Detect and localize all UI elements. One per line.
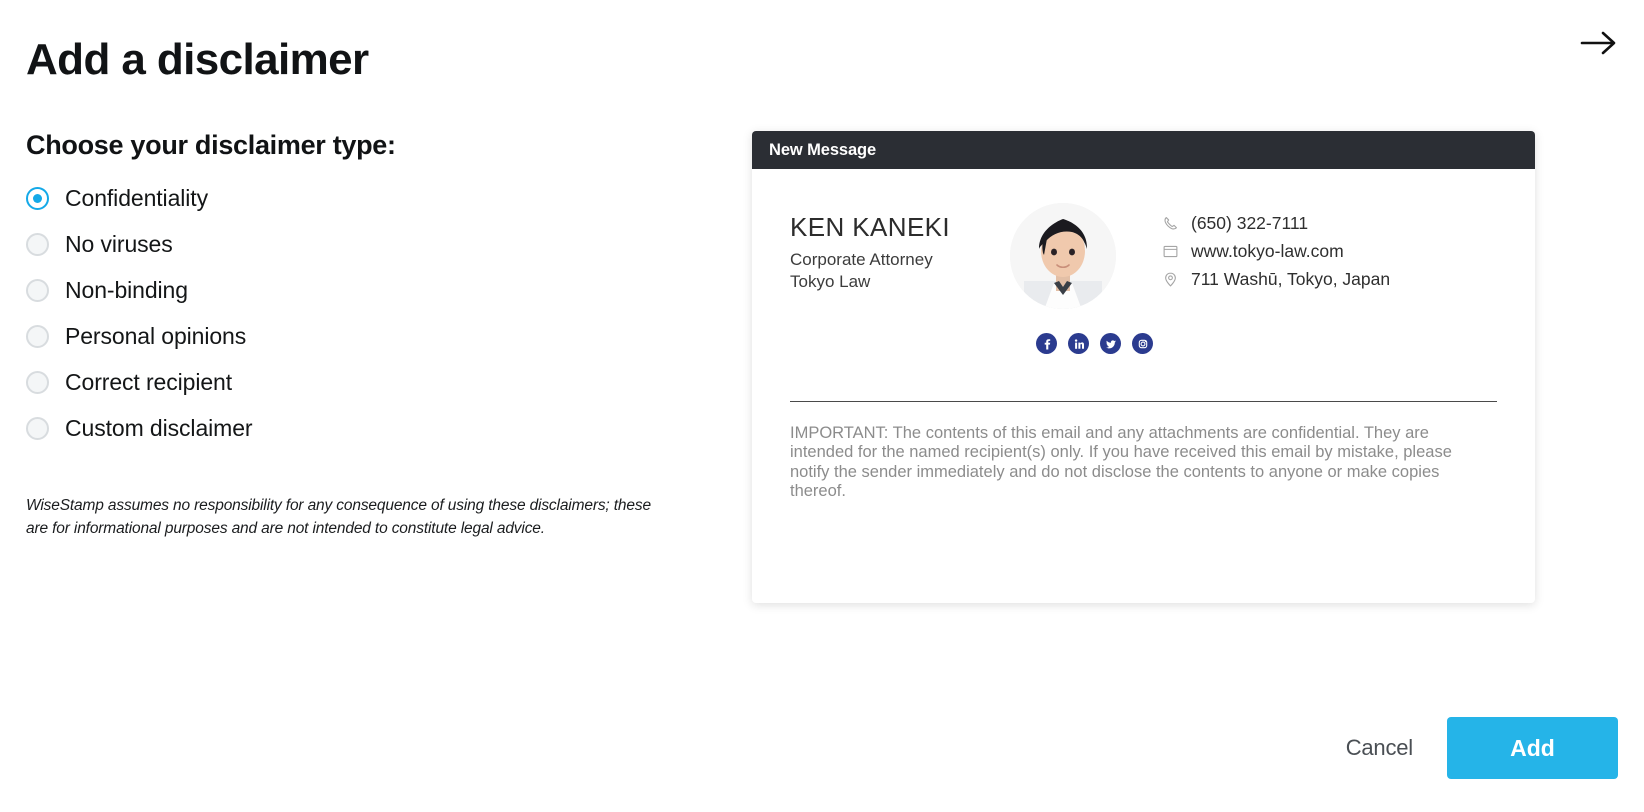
linkedin-icon[interactable] bbox=[1068, 333, 1089, 354]
add-disclaimer-page: Add a disclaimer Choose your disclaimer … bbox=[0, 0, 1644, 812]
radio-option-personal-opinions[interactable]: Personal opinions bbox=[26, 313, 706, 359]
contact-row-address: 711 Washū, Tokyo, Japan bbox=[1160, 265, 1390, 293]
page-title: Add a disclaimer bbox=[26, 35, 369, 84]
left-column: Add a disclaimer Choose your disclaimer … bbox=[26, 35, 706, 540]
contact-value: 711 Washū, Tokyo, Japan bbox=[1191, 268, 1391, 289]
signature-top: KEN KANEKI Corporate Attorney Tokyo Law bbox=[790, 203, 1497, 309]
radio-option-confidentiality[interactable]: Confidentiality bbox=[26, 175, 706, 221]
radio-option-non-binding[interactable]: Non-binding bbox=[26, 267, 706, 313]
twitter-icon[interactable] bbox=[1100, 333, 1121, 354]
signature-divider bbox=[790, 401, 1497, 402]
footer-actions: Cancel Add bbox=[1346, 717, 1618, 779]
radio-mark-icon bbox=[26, 186, 49, 210]
preview-body: KEN KANEKI Corporate Attorney Tokyo Law bbox=[752, 169, 1535, 502]
radio-label: Correct recipient bbox=[65, 368, 233, 395]
arrow-right-icon bbox=[1580, 31, 1616, 55]
add-button[interactable]: Add bbox=[1447, 717, 1618, 779]
signature-disclaimer-text: IMPORTANT: The contents of this email an… bbox=[790, 424, 1452, 501]
radio-option-no-viruses[interactable]: No viruses bbox=[26, 221, 706, 267]
radio-option-custom-disclaimer[interactable]: Custom disclaimer bbox=[26, 405, 706, 451]
signature-social-links bbox=[1036, 333, 1497, 354]
next-arrow-button[interactable] bbox=[1576, 20, 1622, 66]
preview-header: New Message bbox=[752, 131, 1535, 169]
radio-label: No viruses bbox=[65, 230, 173, 257]
facebook-icon[interactable] bbox=[1036, 333, 1057, 354]
radio-label: Non-binding bbox=[65, 276, 188, 303]
signature-contacts: (650) 322-7111 www.tokyo-law.com 711 Was… bbox=[1160, 203, 1390, 293]
portrait-photo-icon bbox=[1010, 203, 1116, 309]
preview-header-title: New Message bbox=[769, 140, 877, 159]
instagram-icon[interactable] bbox=[1132, 333, 1153, 354]
radio-label: Custom disclaimer bbox=[65, 414, 253, 441]
contact-value: www.tokyo-law.com bbox=[1191, 240, 1344, 261]
signature-company: Tokyo Law bbox=[790, 271, 871, 291]
phone-icon bbox=[1160, 213, 1180, 233]
signature-identity: KEN KANEKI Corporate Attorney Tokyo Law bbox=[790, 203, 1006, 293]
radio-mark-icon bbox=[26, 370, 49, 394]
contact-row-phone: (650) 322-7111 bbox=[1160, 209, 1390, 237]
website-icon bbox=[1160, 241, 1180, 261]
radio-mark-icon bbox=[26, 416, 49, 440]
radio-mark-icon bbox=[26, 232, 49, 256]
contact-value: (650) 322-7111 bbox=[1191, 212, 1309, 233]
section-heading: Choose your disclaimer type: bbox=[26, 130, 396, 161]
radio-mark-icon bbox=[26, 324, 49, 348]
disclaimer-type-radio-group: Confidentiality No viruses Non-binding P… bbox=[26, 175, 706, 451]
avatar bbox=[1010, 203, 1116, 309]
email-preview-card: New Message KEN KANEKI Corporate Attorne… bbox=[752, 131, 1535, 603]
radio-mark-icon bbox=[26, 278, 49, 302]
signature-role: Corporate Attorney bbox=[790, 249, 933, 269]
radio-option-correct-recipient[interactable]: Correct recipient bbox=[26, 359, 706, 405]
radio-label: Confidentiality bbox=[65, 184, 208, 211]
signature-name: KEN KANEKI bbox=[790, 212, 951, 242]
location-pin-icon bbox=[1160, 269, 1180, 289]
legal-note: WiseStamp assumes no responsibility for … bbox=[26, 497, 651, 537]
contact-row-website: www.tokyo-law.com bbox=[1160, 237, 1390, 265]
cancel-button[interactable]: Cancel bbox=[1346, 735, 1447, 761]
radio-label: Personal opinions bbox=[65, 322, 247, 349]
